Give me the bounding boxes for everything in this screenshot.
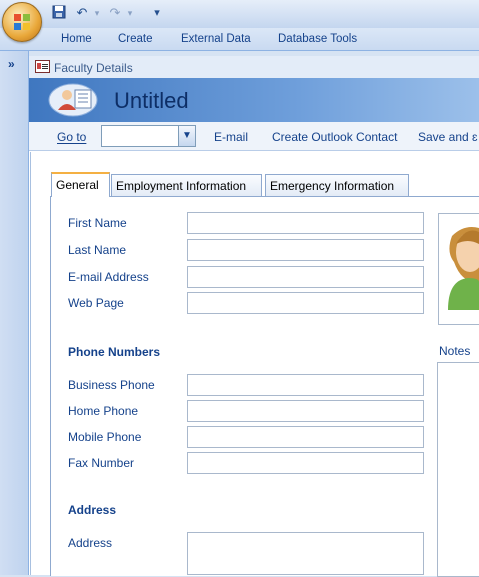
- last-name-label: Last Name: [68, 243, 127, 257]
- last-name-field[interactable]: [187, 239, 424, 261]
- redo-dropdown-icon[interactable]: ▾: [121, 4, 139, 22]
- save-and-close-button[interactable]: Save and ɛ: [418, 130, 478, 144]
- goto-label: Go to: [57, 130, 87, 144]
- fax-number-label: Fax Number: [68, 456, 135, 470]
- notes-field[interactable]: [437, 362, 479, 577]
- tab-general[interactable]: General: [51, 172, 110, 197]
- ribbon-tab-create[interactable]: Create: [118, 33, 153, 45]
- document-tab-label[interactable]: Faculty Details: [54, 61, 133, 75]
- office-logo-icon: [14, 14, 30, 30]
- person-photo-icon: [448, 227, 479, 310]
- home-phone-field[interactable]: [187, 400, 424, 422]
- undo-dropdown-icon[interactable]: ▾: [88, 4, 106, 22]
- email-address-label: E-mail Address: [68, 270, 149, 284]
- customize-icon[interactable]: ▾: [148, 4, 166, 22]
- tab-emergency-information[interactable]: Emergency Information: [265, 174, 409, 196]
- ribbon-tab-home[interactable]: Home: [61, 33, 92, 45]
- notes-label: Notes: [439, 344, 471, 358]
- save-icon[interactable]: [52, 5, 66, 19]
- form-icon: [35, 60, 50, 73]
- email-button[interactable]: E-mail: [214, 130, 248, 144]
- phone-numbers-heading: Phone Numbers: [68, 345, 161, 359]
- chevron-down-icon[interactable]: ▼: [178, 126, 195, 146]
- create-outlook-contact-button[interactable]: Create Outlook Contact: [272, 130, 397, 144]
- office-button[interactable]: [2, 2, 42, 42]
- form-toolbar: [29, 122, 479, 151]
- mobile-phone-field[interactable]: [187, 426, 424, 448]
- expand-nav-icon[interactable]: »: [8, 57, 15, 71]
- web-page-label: Web Page: [68, 296, 124, 310]
- first-name-label: First Name: [68, 216, 127, 230]
- ribbon-tab-external-data[interactable]: External Data: [181, 33, 251, 45]
- home-phone-label: Home Phone: [68, 404, 139, 418]
- first-name-field[interactable]: [187, 212, 424, 234]
- tab-employment-information[interactable]: Employment Information: [111, 174, 262, 196]
- address-label: Address: [68, 536, 113, 550]
- mobile-phone-label: Mobile Phone: [68, 430, 142, 444]
- business-phone-field[interactable]: [187, 374, 424, 396]
- web-page-field[interactable]: [187, 292, 424, 314]
- goto-dropdown[interactable]: ▼: [101, 125, 196, 147]
- address-field[interactable]: [187, 532, 424, 575]
- contact-card-icon: [48, 83, 98, 117]
- ribbon-tab-database-tools[interactable]: Database Tools: [278, 33, 357, 45]
- fax-number-field[interactable]: [187, 452, 424, 474]
- form-title: Untitled: [114, 88, 189, 113]
- address-heading: Address: [68, 503, 117, 517]
- title-bar: [0, 0, 479, 28]
- business-phone-label: Business Phone: [68, 378, 155, 392]
- email-address-field[interactable]: [187, 266, 424, 288]
- navigation-pane: [0, 51, 29, 575]
